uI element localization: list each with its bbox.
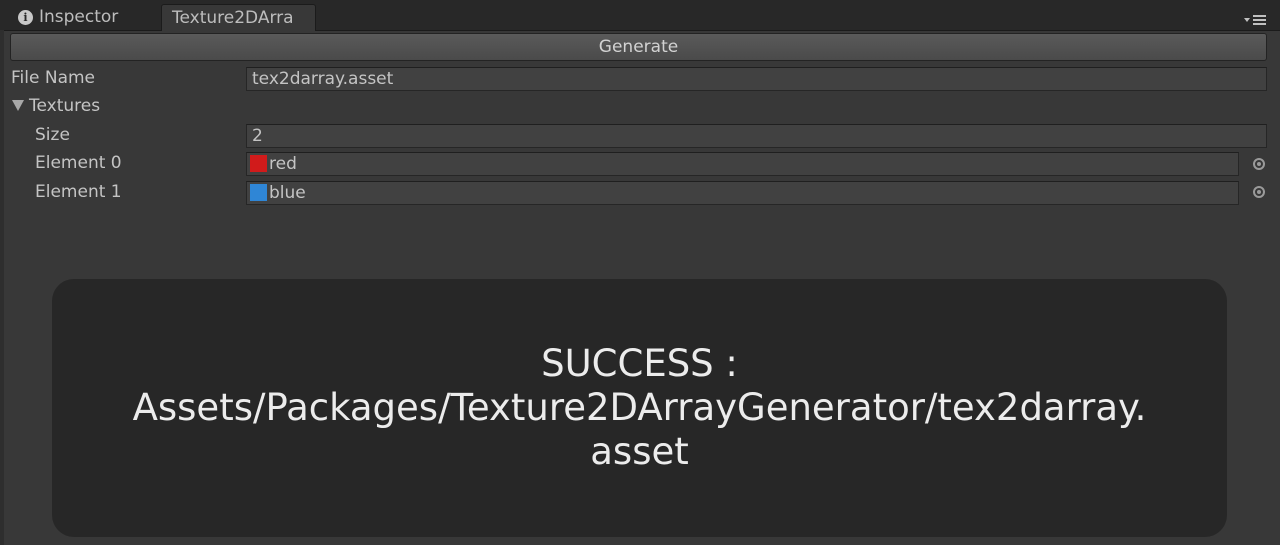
tab-texture2darray-label: Texture2DArra — [172, 8, 294, 28]
menu-lines-icon — [1253, 15, 1266, 25]
tab-texture2darray[interactable]: Texture2DArra — [161, 4, 316, 31]
tab-bar: i Inspector Texture2DArra — [0, 0, 1280, 31]
tab-inspector-label: Inspector — [39, 7, 119, 27]
texture-red-icon — [250, 155, 267, 172]
caret-down-icon — [1244, 18, 1250, 22]
notification-line-path-end: asset — [590, 430, 689, 473]
textures-foldout[interactable]: Textures — [12, 94, 100, 118]
element-0-label: Element 0 — [35, 153, 122, 173]
element-0-value: red — [269, 154, 297, 174]
size-label: Size — [35, 125, 70, 145]
size-field[interactable]: 2 — [246, 124, 1267, 148]
file-name-field[interactable]: tex2darray.asset — [246, 67, 1267, 91]
notification-line-status: SUCCESS : — [541, 342, 738, 385]
tab-inspector[interactable]: i Inspector — [8, 4, 156, 30]
tab-menu-icon[interactable] — [1244, 14, 1270, 28]
element-1-object-field[interactable]: blue — [246, 181, 1239, 205]
texture-blue-icon — [250, 184, 267, 201]
info-icon: i — [18, 10, 33, 25]
left-border — [0, 30, 4, 545]
notification-message: SUCCESS : Assets/Packages/Texture2DArray… — [110, 342, 1170, 474]
element-1-label: Element 1 — [35, 182, 122, 202]
file-name-label: File Name — [11, 68, 96, 88]
textures-label: Textures — [29, 96, 101, 116]
object-picker-icon[interactable] — [1253, 186, 1265, 198]
notification-overlay: SUCCESS : Assets/Packages/Texture2DArray… — [52, 279, 1227, 537]
generate-button[interactable]: Generate — [10, 33, 1267, 61]
element-0-object-field[interactable]: red — [246, 152, 1239, 176]
object-picker-icon[interactable] — [1253, 158, 1265, 170]
notification-line-path: Assets/Packages/Texture2DArrayGenerator/… — [132, 386, 1147, 429]
foldout-arrow-down-icon — [12, 100, 24, 111]
element-1-value: blue — [269, 183, 306, 203]
